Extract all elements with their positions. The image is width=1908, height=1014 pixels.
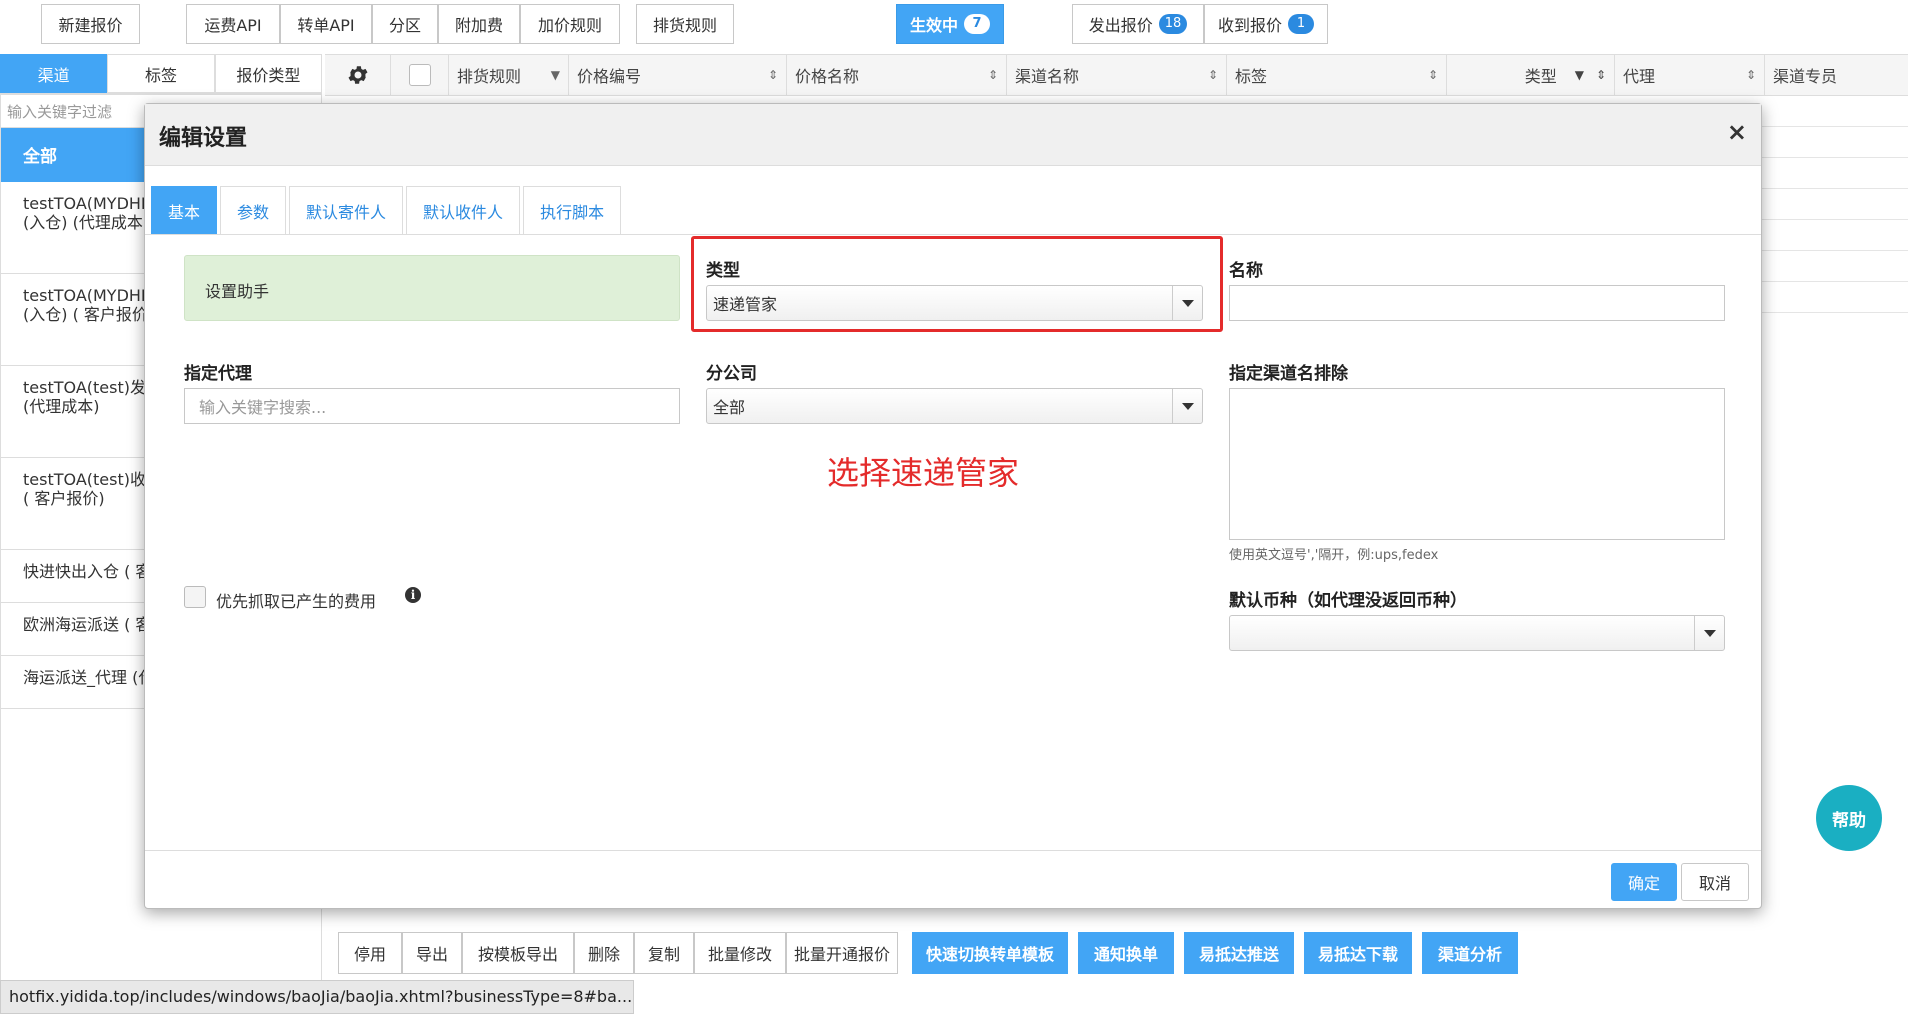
- active-label: 生效中: [909, 16, 958, 35]
- new-quote-button[interactable]: 新建报价: [41, 4, 140, 44]
- col-label: 渠道名称: [1015, 67, 1080, 86]
- sort-icon[interactable]: ⇕: [1428, 68, 1438, 82]
- freight-api-button[interactable]: 运费API: [186, 4, 280, 44]
- delete-button[interactable]: 删除: [574, 932, 634, 974]
- left-tabs: 渠道 标签 报价类型: [0, 54, 322, 94]
- dropdown-icon[interactable]: ▼: [551, 68, 560, 82]
- col-type[interactable]: 类型 ▼ ⇕: [1447, 55, 1615, 95]
- col-label: 价格编号: [577, 67, 642, 86]
- received-label: 收到报价: [1217, 16, 1282, 35]
- tab-basic[interactable]: 基本: [151, 186, 218, 234]
- settings-gear-icon[interactable]: [325, 55, 391, 95]
- sort-icon[interactable]: ⇕: [1746, 68, 1756, 82]
- tab-script[interactable]: 执行脚本: [523, 186, 622, 234]
- channel-analysis-button[interactable]: 渠道分析: [1422, 932, 1518, 974]
- tab-default-recipient[interactable]: 默认收件人: [406, 186, 521, 234]
- help-button[interactable]: 帮助: [1816, 785, 1882, 851]
- copy-button[interactable]: 复制: [634, 932, 694, 974]
- col-label: 排货规则: [457, 67, 522, 86]
- transfer-api-button[interactable]: 转单API: [280, 4, 372, 44]
- exclude-label: 指定渠道名排除: [1229, 364, 1348, 384]
- col-price-name[interactable]: 价格名称 ⇕: [787, 55, 1007, 95]
- col-tags[interactable]: 标签 ⇕: [1227, 55, 1447, 95]
- select-all-checkbox[interactable]: [408, 64, 431, 86]
- modal-footer: 确定 取消: [145, 850, 1761, 910]
- exclude-channel-textarea[interactable]: [1229, 388, 1725, 540]
- col-label: 渠道专员: [1773, 67, 1838, 86]
- tab-channel[interactable]: 渠道: [0, 54, 108, 93]
- modal-body: [145, 234, 1761, 235]
- status-url: hotfix.yidida.top/includes/windows/baoJi…: [0, 980, 634, 1014]
- modal-tabs: 基本 参数 默认寄件人 默认收件人 执行脚本: [151, 186, 624, 234]
- select-all-checkbox-cell: [391, 55, 449, 95]
- export-button[interactable]: 导出: [402, 932, 462, 974]
- exclude-hint: 使用英文逗号','隔开，例:ups,fedex: [1229, 548, 1439, 563]
- active-count-badge: 7: [964, 14, 990, 34]
- active-filter-button[interactable]: 生效中 7: [896, 4, 1004, 44]
- template-export-button[interactable]: 按模板导出: [462, 932, 574, 974]
- close-icon[interactable]: ×: [1727, 118, 1747, 146]
- received-count-badge: 1: [1288, 14, 1314, 34]
- setup-helper-box[interactable]: 设置助手: [184, 255, 680, 321]
- chevron-down-icon: [1172, 389, 1202, 423]
- col-label: 价格名称: [795, 67, 860, 86]
- col-price-code[interactable]: 价格编号 ⇕: [569, 55, 787, 95]
- sort-icon[interactable]: ⇕: [1208, 68, 1218, 82]
- edit-settings-modal: 编辑设置 × 基本 参数 默认寄件人 默认收件人 执行脚本 设置助手 类型 速递…: [144, 103, 1762, 909]
- cancel-button[interactable]: 取消: [1681, 863, 1749, 901]
- sent-quotes-button[interactable]: 发出报价 18: [1072, 4, 1204, 44]
- switch-transfer-template-button[interactable]: 快速切换转单模板: [912, 932, 1068, 974]
- yidida-download-button[interactable]: 易抵达下载: [1304, 932, 1412, 974]
- agent-label: 指定代理: [184, 364, 252, 384]
- tab-default-sender[interactable]: 默认寄件人: [289, 186, 404, 234]
- modal-title: 编辑设置: [159, 126, 248, 151]
- priority-fee-label: 优先抓取已产生的费用: [216, 592, 377, 611]
- col-label: 类型: [1524, 67, 1557, 86]
- modal-header: 编辑设置 ×: [145, 104, 1761, 166]
- branch-label: 分公司: [706, 364, 757, 384]
- sort-icon[interactable]: ⇕: [1596, 68, 1606, 82]
- top-toolbar: 新建报价 运费API 转单API 分区 附加费 加价规则 排货规则 生效中 7 …: [0, 0, 1908, 52]
- dropdown-icon[interactable]: ▼: [1575, 68, 1584, 82]
- col-channel-name[interactable]: 渠道名称 ⇕: [1007, 55, 1227, 95]
- surcharge-button[interactable]: 附加费: [438, 4, 520, 44]
- confirm-button[interactable]: 确定: [1611, 863, 1677, 901]
- agent-search-input[interactable]: 输入关键字搜索...: [184, 388, 680, 424]
- sort-icon[interactable]: ⇕: [988, 68, 998, 82]
- col-cargo-rules[interactable]: 排货规则 ▼: [449, 55, 569, 95]
- col-channel-specialist[interactable]: 渠道专员: [1765, 55, 1908, 95]
- currency-select[interactable]: [1229, 615, 1725, 651]
- sent-count-badge: 18: [1158, 14, 1188, 34]
- tab-params[interactable]: 参数: [220, 186, 287, 234]
- markup-rules-button[interactable]: 加价规则: [520, 4, 620, 44]
- branch-select[interactable]: 全部: [706, 388, 1203, 424]
- col-label: 代理: [1623, 67, 1656, 86]
- annotation-highlight-box: [691, 236, 1223, 332]
- name-input[interactable]: [1229, 285, 1725, 321]
- sort-icon[interactable]: ⇕: [768, 68, 778, 82]
- grid-header: 排货规则 ▼ 价格编号 ⇕ 价格名称 ⇕ 渠道名称 ⇕ 标签 ⇕ 类型 ▼ ⇕ …: [325, 54, 1908, 96]
- sent-label: 发出报价: [1088, 16, 1153, 35]
- currency-label: 默认币种（如代理没返回币种）: [1229, 591, 1467, 611]
- batch-edit-button[interactable]: 批量修改: [694, 932, 786, 974]
- col-label: 标签: [1235, 67, 1268, 86]
- tab-tags[interactable]: 标签: [107, 54, 215, 93]
- yidida-push-button[interactable]: 易抵达推送: [1184, 932, 1294, 974]
- priority-fee-checkbox[interactable]: [184, 586, 206, 608]
- info-icon[interactable]: i: [405, 587, 421, 603]
- name-label: 名称: [1229, 261, 1263, 281]
- annotation-text: 选择速递管家: [827, 454, 1020, 492]
- chevron-down-icon: [1694, 616, 1724, 650]
- batch-open-quote-button[interactable]: 批量开通报价: [786, 932, 898, 974]
- branch-select-value: 全部: [713, 398, 746, 417]
- received-quotes-button[interactable]: 收到报价 1: [1204, 4, 1328, 44]
- cargo-rules-button[interactable]: 排货规则: [636, 4, 734, 44]
- notify-change-button[interactable]: 通知换单: [1078, 932, 1174, 974]
- col-agent[interactable]: 代理 ⇕: [1615, 55, 1765, 95]
- disable-button[interactable]: 停用: [338, 932, 402, 974]
- tab-quote-type[interactable]: 报价类型: [214, 54, 322, 93]
- zone-button[interactable]: 分区: [372, 4, 438, 44]
